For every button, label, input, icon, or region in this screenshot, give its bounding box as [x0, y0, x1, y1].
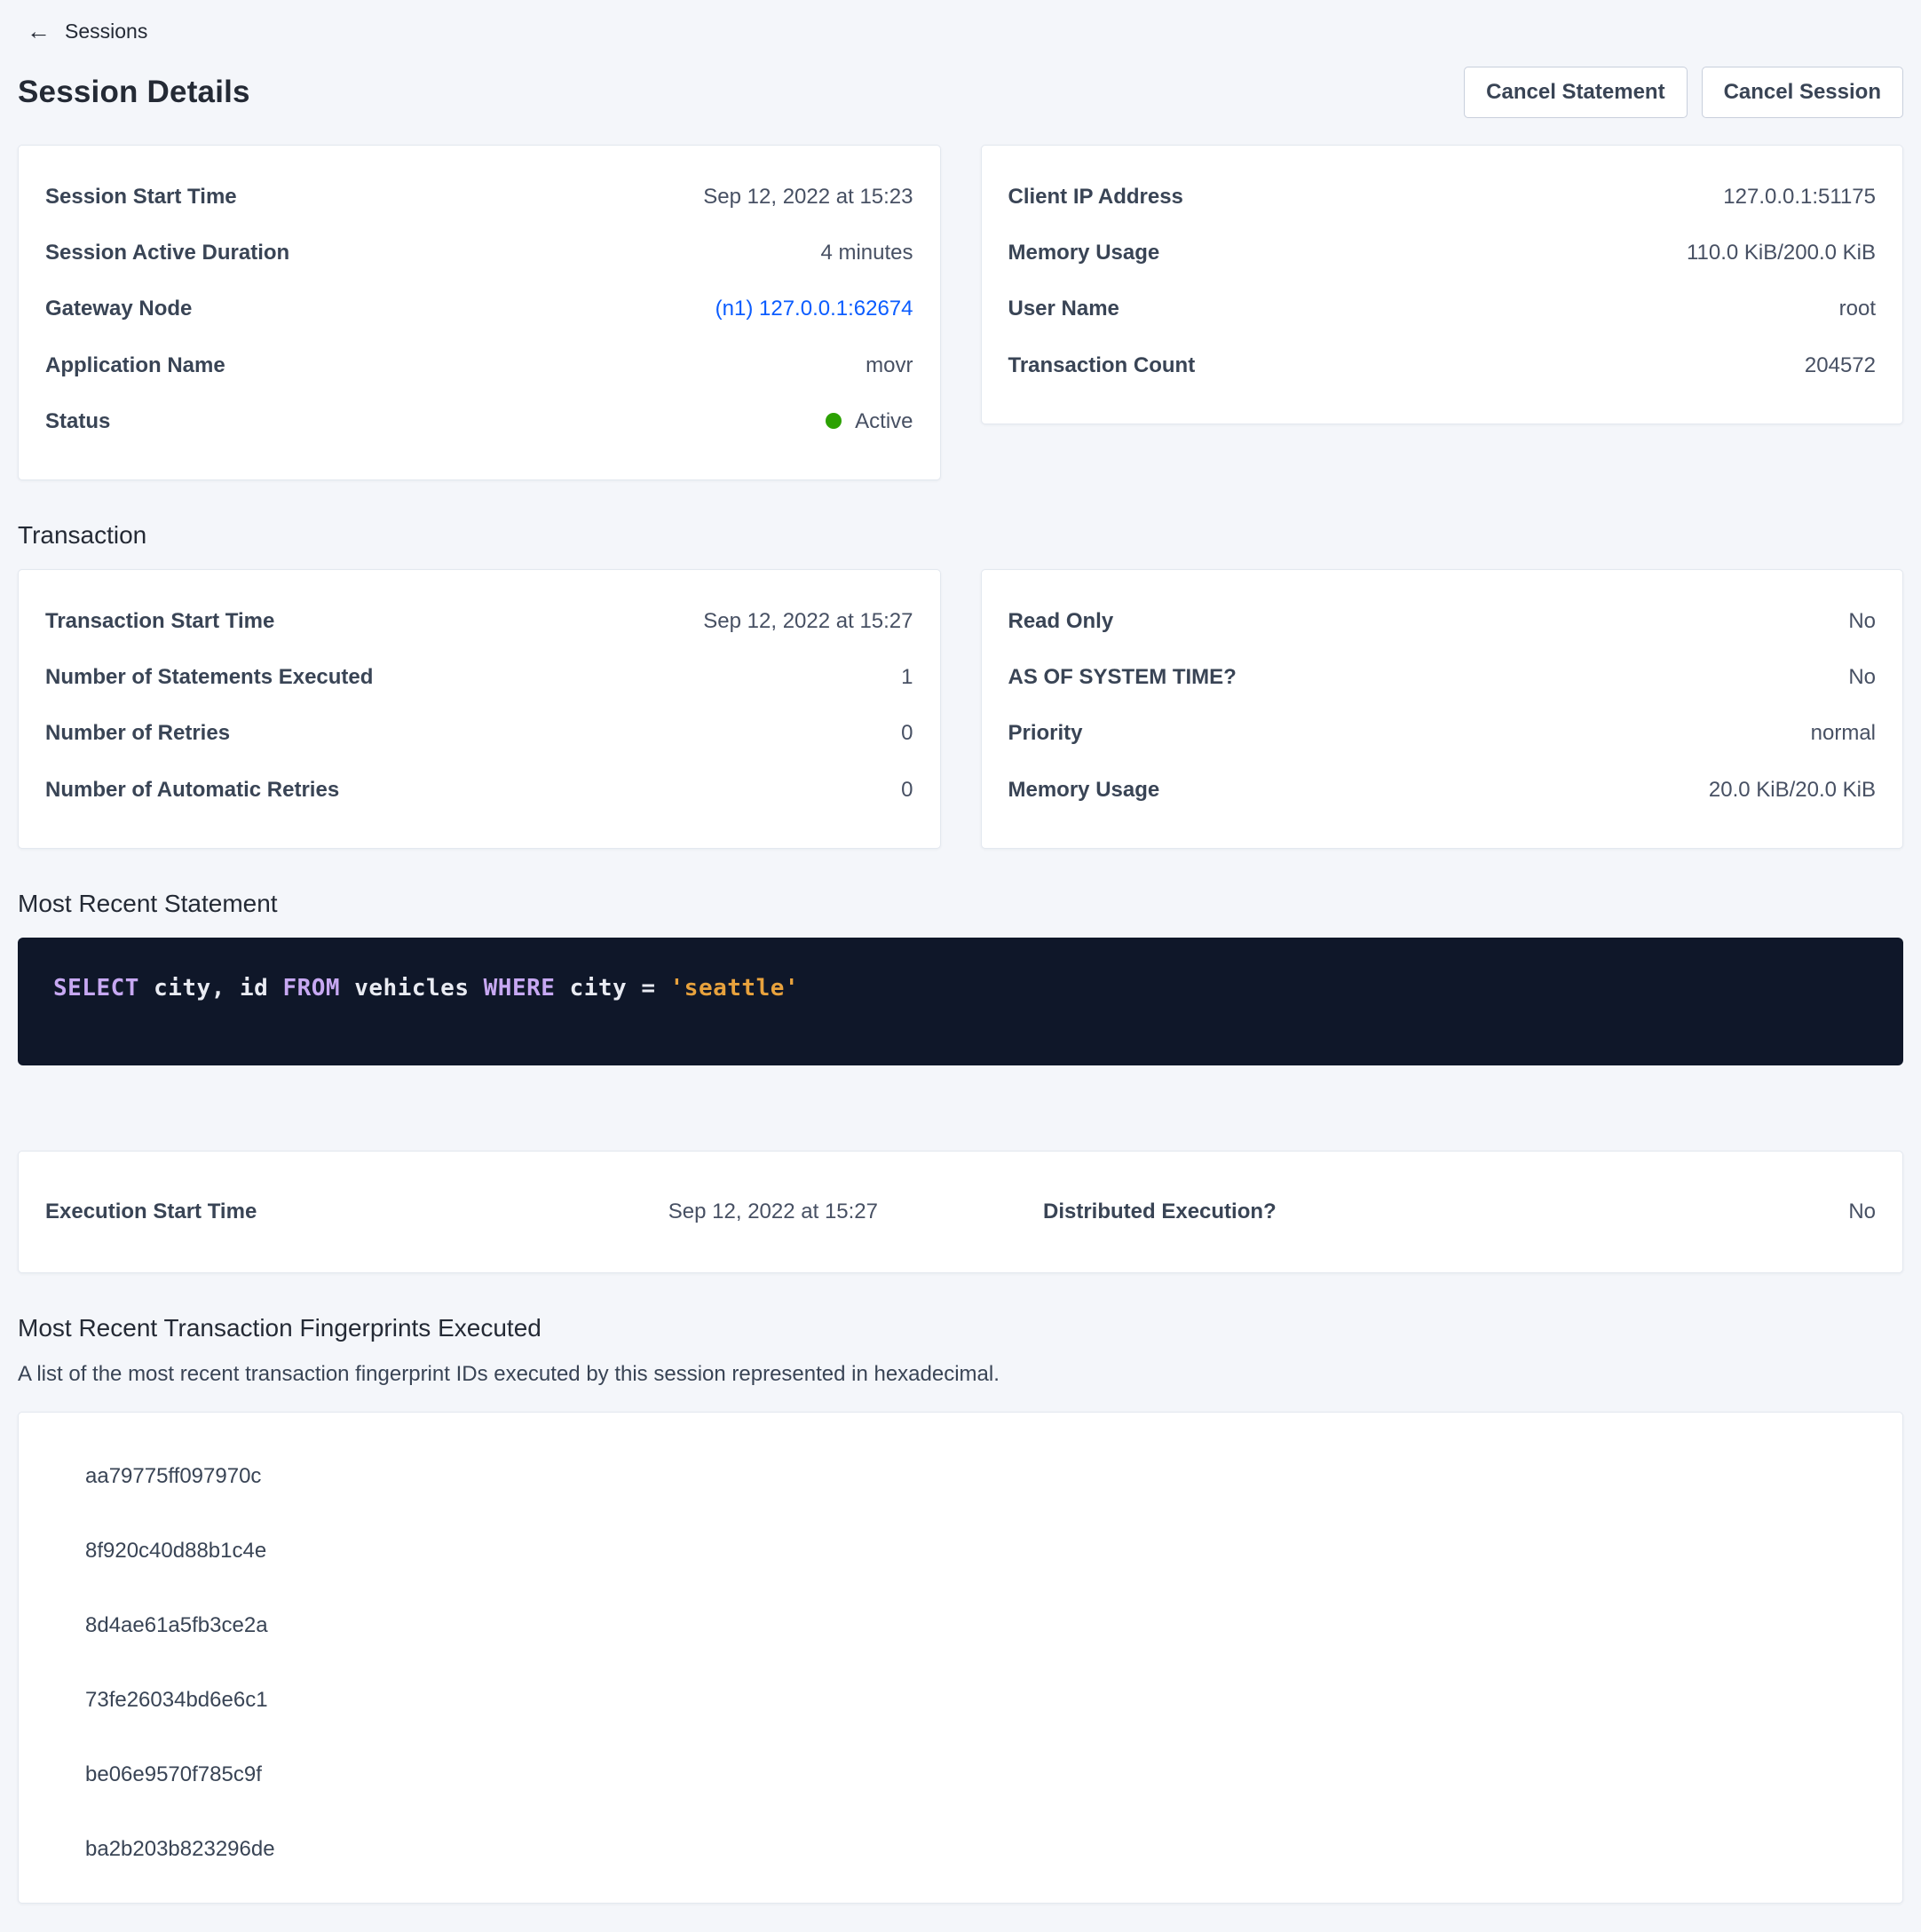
sql-string-literal: 'seattle' — [670, 975, 799, 1002]
page-header: Session Details Cancel Statement Cancel … — [18, 67, 1903, 118]
row-read-only: Read Only No — [992, 593, 1893, 649]
row-value: 0 — [901, 719, 913, 747]
row-label: Number of Automatic Retries — [45, 776, 339, 804]
fingerprints-section-heading: Most Recent Transaction Fingerprints Exe… — [18, 1314, 1903, 1342]
row-automatic-retries: Number of Automatic Retries 0 — [29, 762, 929, 818]
row-distributed-execution: Distributed Execution? No — [1027, 1200, 1892, 1224]
row-value: Sep 12, 2022 at 15:27 — [668, 1200, 878, 1224]
row-label: Client IP Address — [1008, 183, 1183, 210]
execution-details-card: Execution Start Time Sep 12, 2022 at 15:… — [18, 1151, 1903, 1273]
row-execution-start-time: Execution Start Time Sep 12, 2022 at 15:… — [29, 1200, 894, 1224]
row-value: 110.0 KiB/200.0 KiB — [1687, 239, 1876, 266]
row-value: 1 — [901, 663, 913, 691]
row-label: Application Name — [45, 352, 225, 379]
row-label: Memory Usage — [1008, 239, 1160, 266]
cancel-statement-button[interactable]: Cancel Statement — [1464, 67, 1687, 118]
page-title: Session Details — [18, 75, 250, 110]
gateway-node-link[interactable]: (n1) 127.0.0.1:62674 — [715, 295, 913, 322]
row-value: 20.0 KiB/20.0 KiB — [1709, 776, 1876, 804]
client-details-card: Client IP Address 127.0.0.1:51175 Memory… — [981, 145, 1904, 424]
fingerprint-list-item: 73fe26034bd6e6c1 — [85, 1663, 1876, 1738]
sql-text: vehicles — [340, 975, 484, 1002]
row-label: Transaction Start Time — [45, 607, 274, 635]
row-label: AS OF SYSTEM TIME? — [1008, 663, 1237, 691]
row-label: Distributed Execution? — [1043, 1200, 1277, 1224]
status-badge: Active — [826, 408, 913, 435]
row-label: Number of Statements Executed — [45, 663, 373, 691]
row-gateway-node: Gateway Node (n1) 127.0.0.1:62674 — [29, 281, 929, 337]
row-label: Read Only — [1008, 607, 1114, 635]
row-label: Memory Usage — [1008, 776, 1160, 804]
sql-statement-block: SELECT city, id FROM vehicles WHERE city… — [18, 938, 1903, 1065]
breadcrumb-label: Sessions — [65, 20, 147, 44]
row-client-ip-address: Client IP Address 127.0.0.1:51175 — [992, 169, 1893, 225]
transaction-section-heading: Transaction — [18, 521, 1903, 550]
sql-keyword: FROM — [282, 975, 340, 1002]
breadcrumb-back-sessions[interactable]: ← Sessions — [27, 20, 147, 44]
row-application-name: Application Name movr — [29, 337, 929, 393]
row-value: 127.0.0.1:51175 — [1723, 183, 1876, 210]
row-label: Session Start Time — [45, 183, 237, 210]
row-as-of-system-time: AS OF SYSTEM TIME? No — [992, 649, 1893, 705]
session-details-card: Session Start Time Sep 12, 2022 at 15:23… — [18, 145, 941, 480]
transaction-details-card: Transaction Start Time Sep 12, 2022 at 1… — [18, 569, 941, 849]
row-transaction-start-time: Transaction Start Time Sep 12, 2022 at 1… — [29, 593, 929, 649]
status-active-dot-icon — [826, 413, 842, 429]
row-label: Session Active Duration — [45, 239, 289, 266]
transaction-properties-card: Read Only No AS OF SYSTEM TIME? No Prior… — [981, 569, 1904, 849]
row-value: Sep 12, 2022 at 15:23 — [703, 183, 913, 210]
row-session-active-duration: Session Active Duration 4 minutes — [29, 225, 929, 281]
sql-text: city, id — [139, 975, 283, 1002]
row-value: 204572 — [1805, 352, 1876, 379]
fingerprints-description: A list of the most recent transaction fi… — [18, 1362, 1903, 1387]
statement-section-heading: Most Recent Statement — [18, 890, 1903, 918]
row-status: Status Active — [29, 393, 929, 449]
row-value: No — [1848, 1200, 1876, 1224]
row-value: 0 — [901, 776, 913, 804]
row-transaction-memory-usage: Memory Usage 20.0 KiB/20.0 KiB — [992, 762, 1893, 818]
row-transaction-count: Transaction Count 204572 — [992, 337, 1893, 393]
row-value: Sep 12, 2022 at 15:27 — [703, 607, 913, 635]
row-value: 4 minutes — [820, 239, 913, 266]
row-label: Priority — [1008, 719, 1083, 747]
row-statements-executed: Number of Statements Executed 1 — [29, 649, 929, 705]
row-number-of-retries: Number of Retries 0 — [29, 705, 929, 761]
row-label: Number of Retries — [45, 719, 230, 747]
row-label: Gateway Node — [45, 295, 192, 322]
row-user-name: User Name root — [992, 281, 1893, 337]
sql-text: city = — [555, 975, 669, 1002]
row-value: movr — [866, 352, 913, 379]
row-label: Execution Start Time — [45, 1200, 257, 1224]
row-session-start-time: Session Start Time Sep 12, 2022 at 15:23 — [29, 169, 929, 225]
row-label: User Name — [1008, 295, 1119, 322]
row-value: No — [1848, 663, 1876, 691]
fingerprint-list-item: ba2b203b823296de — [85, 1812, 1876, 1887]
status-value: Active — [855, 408, 913, 435]
fingerprints-list-card: aa79775ff097970c 8f920c40d88b1c4e 8d4ae6… — [18, 1412, 1903, 1904]
fingerprint-list-item: 8f920c40d88b1c4e — [85, 1514, 1876, 1588]
sql-keyword: SELECT — [53, 975, 139, 1002]
sql-keyword: WHERE — [484, 975, 556, 1002]
row-memory-usage: Memory Usage 110.0 KiB/200.0 KiB — [992, 225, 1893, 281]
fingerprint-list-item: be06e9570f785c9f — [85, 1738, 1876, 1812]
fingerprint-list-item: 8d4ae61a5fb3ce2a — [85, 1588, 1876, 1663]
row-label: Status — [45, 408, 110, 435]
header-actions: Cancel Statement Cancel Session — [1464, 67, 1903, 118]
back-arrow-icon: ← — [27, 20, 51, 44]
row-value: normal — [1811, 719, 1876, 747]
session-summary-section: Session Start Time Sep 12, 2022 at 15:23… — [18, 145, 1903, 480]
row-value: root — [1839, 295, 1876, 322]
cancel-session-button[interactable]: Cancel Session — [1702, 67, 1903, 118]
row-value: No — [1848, 607, 1876, 635]
row-label: Transaction Count — [1008, 352, 1196, 379]
row-priority: Priority normal — [992, 705, 1893, 761]
fingerprint-list-item: aa79775ff097970c — [85, 1439, 1876, 1514]
session-details-page: ← Sessions Session Details Cancel Statem… — [0, 0, 1921, 1932]
transaction-section: Transaction Start Time Sep 12, 2022 at 1… — [18, 569, 1903, 849]
